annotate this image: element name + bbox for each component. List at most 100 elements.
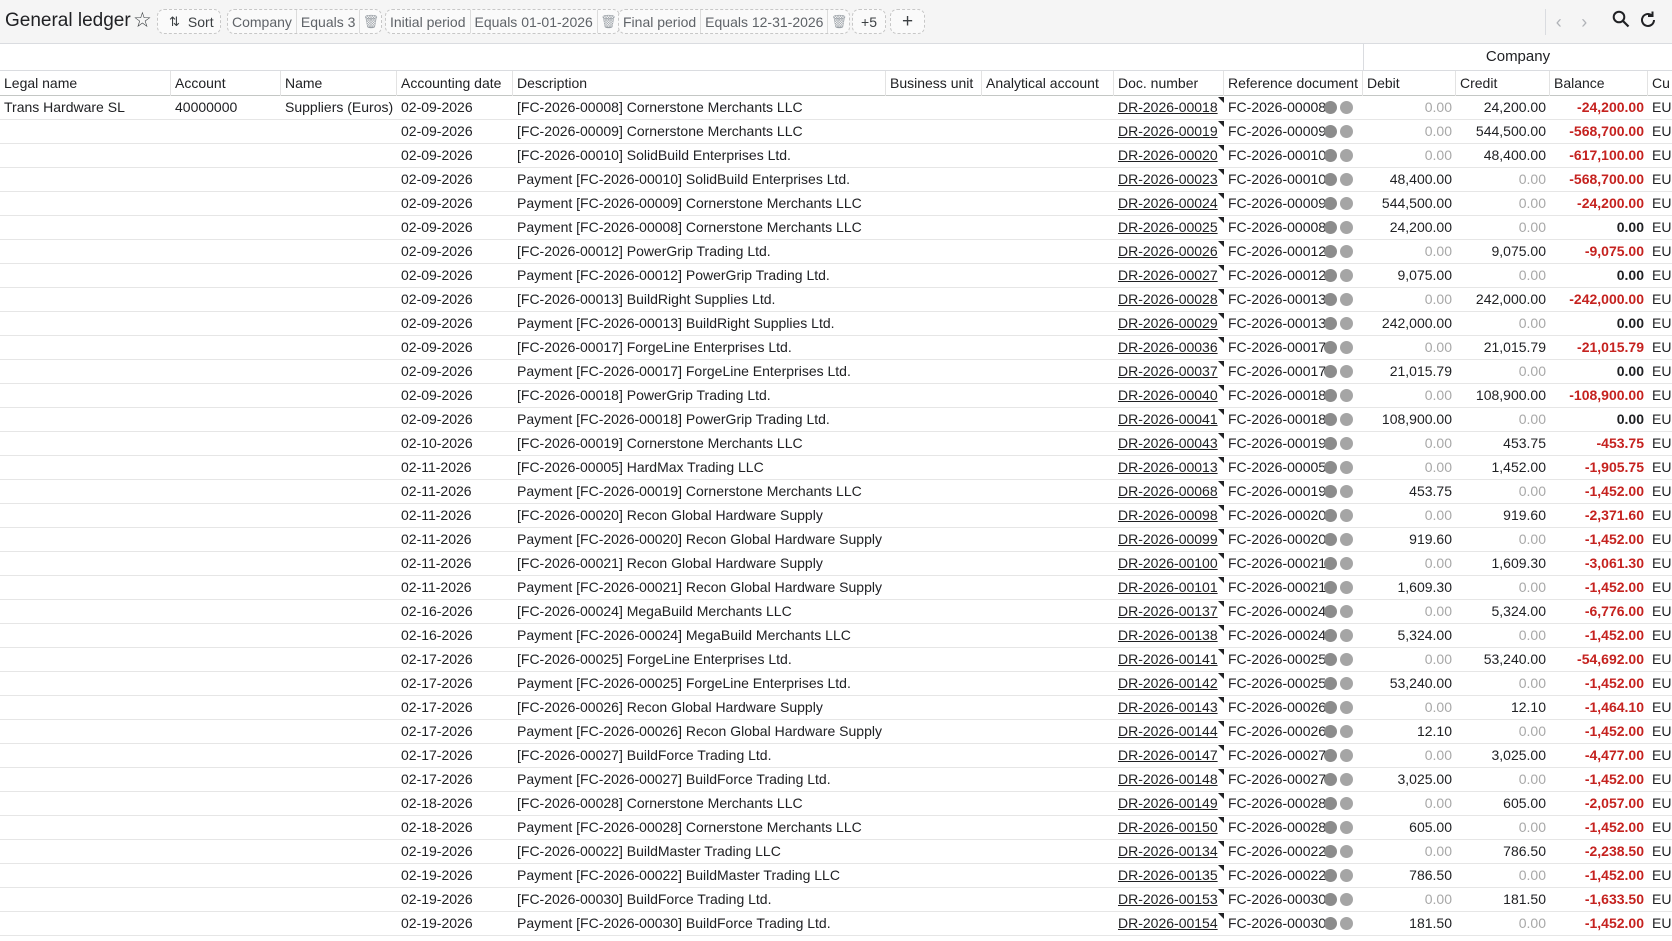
table-row[interactable]: 02-16-2026 [FC-2026-00024] MegaBuild Merc…: [0, 600, 1672, 624]
cell-doc-number[interactable]: DR-2026-00098: [1114, 504, 1224, 527]
table-row[interactable]: 02-17-2026 Payment [FC-2026-00026] Recon …: [0, 720, 1672, 744]
table-row[interactable]: Trans Hardware SL 40000000 Suppliers (Euro…: [0, 96, 1672, 120]
table-row[interactable]: 02-09-2026 Payment [FC-2026-00017] ForgeL…: [0, 360, 1672, 384]
table-row[interactable]: 02-19-2026 Payment [FC-2026-00030] BuildF…: [0, 912, 1672, 936]
column-header-account[interactable]: Account: [171, 71, 281, 96]
table-row[interactable]: 02-11-2026 [FC-2026-00005] HardMax Tradin…: [0, 456, 1672, 480]
cell-doc-number[interactable]: DR-2026-00138: [1114, 624, 1224, 647]
cell-doc-number[interactable]: DR-2026-00135: [1114, 864, 1224, 887]
more-filters-button[interactable]: +5: [852, 9, 886, 34]
cell-doc-number[interactable]: DR-2026-00019: [1114, 120, 1224, 143]
doc-number-link[interactable]: DR-2026-00026: [1118, 243, 1218, 259]
refresh-icon[interactable]: [1638, 10, 1658, 37]
doc-number-link[interactable]: DR-2026-00153: [1118, 891, 1218, 907]
doc-number-link[interactable]: DR-2026-00027: [1118, 267, 1218, 283]
doc-number-link[interactable]: DR-2026-00099: [1118, 531, 1218, 547]
doc-number-link[interactable]: DR-2026-00142: [1118, 675, 1218, 691]
cell-doc-number[interactable]: DR-2026-00024: [1114, 192, 1224, 215]
table-row[interactable]: 02-11-2026 [FC-2026-00021] Recon Global H…: [0, 552, 1672, 576]
doc-number-link[interactable]: DR-2026-00149: [1118, 795, 1218, 811]
column-header-description[interactable]: Description: [513, 71, 886, 96]
cell-doc-number[interactable]: DR-2026-00027: [1114, 264, 1224, 287]
cell-doc-number[interactable]: DR-2026-00068: [1114, 480, 1224, 503]
filter-chip-company[interactable]: Company Equals 3 🗑: [227, 9, 383, 34]
cell-doc-number[interactable]: DR-2026-00025: [1114, 216, 1224, 239]
cell-doc-number[interactable]: DR-2026-00029: [1114, 312, 1224, 335]
doc-number-link[interactable]: DR-2026-00020: [1118, 147, 1218, 163]
column-header-accounting-date[interactable]: Accounting date: [397, 71, 513, 96]
table-row[interactable]: 02-09-2026 Payment [FC-2026-00013] BuildR…: [0, 312, 1672, 336]
doc-number-link[interactable]: DR-2026-00025: [1118, 219, 1218, 235]
cell-doc-number[interactable]: DR-2026-00040: [1114, 384, 1224, 407]
doc-number-link[interactable]: DR-2026-00019: [1118, 123, 1218, 139]
doc-number-link[interactable]: DR-2026-00100: [1118, 555, 1218, 571]
cell-doc-number[interactable]: DR-2026-00018: [1114, 96, 1224, 119]
table-row[interactable]: 02-17-2026 [FC-2026-00025] ForgeLine Ente…: [0, 648, 1672, 672]
cell-doc-number[interactable]: DR-2026-00154: [1114, 912, 1224, 935]
table-row[interactable]: 02-18-2026 [FC-2026-00028] Cornerstone Me…: [0, 792, 1672, 816]
chevron-right-icon[interactable]: ›: [1581, 12, 1587, 33]
filter-chip-initial-period[interactable]: Initial period Equals 01-01-2026 🗑: [385, 9, 620, 34]
doc-number-link[interactable]: DR-2026-00154: [1118, 915, 1218, 931]
cell-doc-number[interactable]: DR-2026-00099: [1114, 528, 1224, 551]
cell-doc-number[interactable]: DR-2026-00041: [1114, 408, 1224, 431]
doc-number-link[interactable]: DR-2026-00137: [1118, 603, 1218, 619]
doc-number-link[interactable]: DR-2026-00143: [1118, 699, 1218, 715]
cell-doc-number[interactable]: DR-2026-00147: [1114, 744, 1224, 767]
column-header-credit[interactable]: Credit: [1456, 71, 1550, 96]
table-row[interactable]: 02-11-2026 [FC-2026-00020] Recon Global H…: [0, 504, 1672, 528]
doc-number-link[interactable]: DR-2026-00024: [1118, 195, 1218, 211]
doc-number-link[interactable]: DR-2026-00144: [1118, 723, 1218, 739]
column-header-currency[interactable]: Cu: [1648, 71, 1672, 96]
table-row[interactable]: 02-09-2026 Payment [FC-2026-00008] Corner…: [0, 216, 1672, 240]
column-header-doc-number[interactable]: Doc. number: [1114, 71, 1224, 96]
doc-number-link[interactable]: DR-2026-00036: [1118, 339, 1218, 355]
table-row[interactable]: 02-17-2026 Payment [FC-2026-00027] BuildF…: [0, 768, 1672, 792]
doc-number-link[interactable]: DR-2026-00037: [1118, 363, 1218, 379]
cell-doc-number[interactable]: DR-2026-00013: [1114, 456, 1224, 479]
doc-number-link[interactable]: DR-2026-00018: [1118, 99, 1218, 115]
table-row[interactable]: 02-09-2026 [FC-2026-00017] ForgeLine Ente…: [0, 336, 1672, 360]
column-header-debit[interactable]: Debit: [1363, 71, 1456, 96]
cell-doc-number[interactable]: DR-2026-00134: [1114, 840, 1224, 863]
column-header-business-unit[interactable]: Business unit: [886, 71, 982, 96]
table-row[interactable]: 02-18-2026 Payment [FC-2026-00028] Corner…: [0, 816, 1672, 840]
doc-number-link[interactable]: DR-2026-00101: [1118, 579, 1218, 595]
cell-doc-number[interactable]: DR-2026-00148: [1114, 768, 1224, 791]
table-row[interactable]: 02-10-2026 [FC-2026-00019] Cornerstone Me…: [0, 432, 1672, 456]
search-icon[interactable]: [1612, 10, 1630, 35]
table-row[interactable]: 02-09-2026 Payment [FC-2026-00018] PowerG…: [0, 408, 1672, 432]
table-row[interactable]: 02-09-2026 [FC-2026-00013] BuildRight Sup…: [0, 288, 1672, 312]
table-row[interactable]: 02-09-2026 [FC-2026-00018] PowerGrip Trad…: [0, 384, 1672, 408]
cell-doc-number[interactable]: DR-2026-00028: [1114, 288, 1224, 311]
chevron-left-icon[interactable]: ‹: [1556, 12, 1562, 33]
column-header-legal-name[interactable]: Legal name: [0, 71, 171, 96]
filter-chip-final-period[interactable]: Final period Equals 12-31-2026 🗑: [618, 9, 851, 34]
cell-doc-number[interactable]: DR-2026-00153: [1114, 888, 1224, 911]
table-row[interactable]: 02-19-2026 [FC-2026-00022] BuildMaster Tr…: [0, 840, 1672, 864]
doc-number-link[interactable]: DR-2026-00013: [1118, 459, 1218, 475]
cell-doc-number[interactable]: DR-2026-00037: [1114, 360, 1224, 383]
trash-icon[interactable]: 🗑: [596, 10, 619, 33]
table-row[interactable]: 02-09-2026 Payment [FC-2026-00010] SolidB…: [0, 168, 1672, 192]
doc-number-link[interactable]: DR-2026-00141: [1118, 651, 1218, 667]
doc-number-link[interactable]: DR-2026-00098: [1118, 507, 1218, 523]
table-row[interactable]: 02-17-2026 [FC-2026-00027] BuildForce Tra…: [0, 744, 1672, 768]
table-row[interactable]: 02-19-2026 Payment [FC-2026-00022] BuildM…: [0, 864, 1672, 888]
cell-doc-number[interactable]: DR-2026-00142: [1114, 672, 1224, 695]
column-header-name[interactable]: Name: [281, 71, 397, 96]
cell-doc-number[interactable]: DR-2026-00026: [1114, 240, 1224, 263]
doc-number-link[interactable]: DR-2026-00147: [1118, 747, 1218, 763]
table-row[interactable]: 02-16-2026 Payment [FC-2026-00024] MegaBu…: [0, 624, 1672, 648]
cell-doc-number[interactable]: DR-2026-00137: [1114, 600, 1224, 623]
trash-icon[interactable]: 🗑: [359, 10, 381, 33]
table-row[interactable]: 02-17-2026 Payment [FC-2026-00025] ForgeL…: [0, 672, 1672, 696]
column-header-analytical-account[interactable]: Analytical account: [982, 71, 1114, 96]
column-header-reference-document[interactable]: Reference document: [1224, 71, 1363, 96]
table-row[interactable]: 02-09-2026 Payment [FC-2026-00012] PowerG…: [0, 264, 1672, 288]
doc-number-link[interactable]: DR-2026-00041: [1118, 411, 1218, 427]
doc-number-link[interactable]: DR-2026-00134: [1118, 843, 1218, 859]
table-row[interactable]: 02-11-2026 Payment [FC-2026-00021] Recon …: [0, 576, 1672, 600]
doc-number-link[interactable]: DR-2026-00068: [1118, 483, 1218, 499]
cell-doc-number[interactable]: DR-2026-00143: [1114, 696, 1224, 719]
